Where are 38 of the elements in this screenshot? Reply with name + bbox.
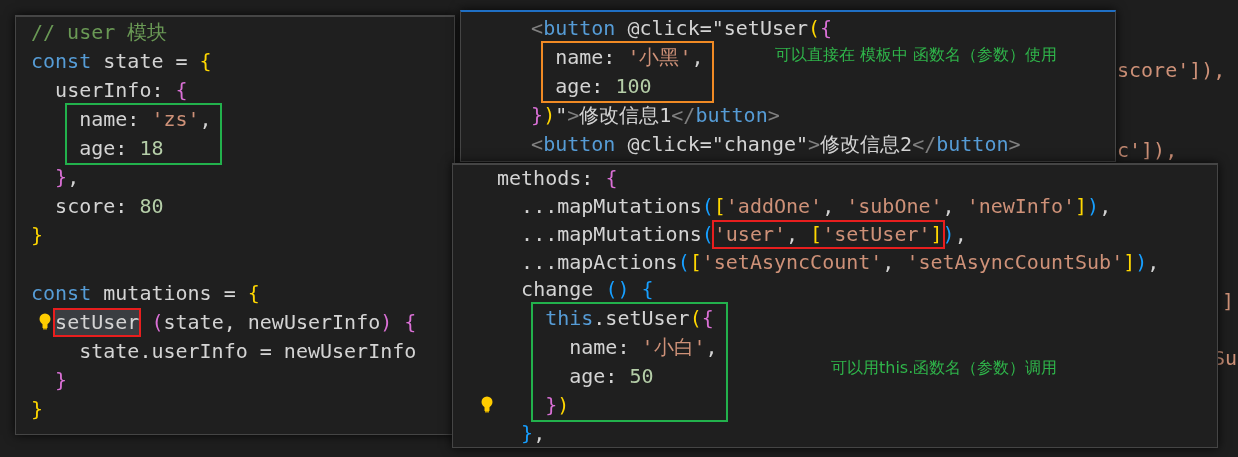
code-text: } [31, 397, 44, 422]
code-text: }, [521, 420, 546, 446]
lightbulb-icon[interactable] [481, 395, 494, 413]
code-text: ), [942, 221, 967, 247]
code-text: <button @click="change">修改信息2</button> [531, 132, 1021, 157]
code-text: }) [545, 392, 570, 418]
code-text: userInfo: { [55, 78, 188, 103]
code-text: ...mapMutations(['addOne', 'subOne', 'newInfo']), [521, 193, 1112, 219]
code-text: c']), [1117, 137, 1178, 164]
code-text: age: 100 [555, 74, 652, 99]
code-text: age: 18 [79, 136, 164, 161]
boxed-code: setUser [53, 308, 142, 337]
code-text: (state, newUserInfo) { [151, 310, 417, 335]
code-text: } [31, 223, 44, 248]
code-text: } [55, 368, 68, 393]
boxed-code: 'user', ['setUser'] [711, 219, 945, 249]
code-text: ] [1222, 288, 1235, 315]
lightbulb-icon[interactable] [39, 313, 51, 330]
code-text: score']), [1117, 57, 1226, 84]
code-text: }, [55, 165, 80, 190]
code-text: this.setUser({ [545, 305, 714, 331]
code-text: age: 50 [569, 363, 654, 389]
code-text: ...mapActions(['setAsyncCount', 'setAsyncCountSub']), [521, 250, 1160, 275]
annotation-note: 可以直接在 模板中 函数名（参数）使用 [775, 45, 1058, 66]
code-text: name: 'zs', [79, 107, 212, 132]
code-text: name: '小黑', [555, 45, 704, 70]
annotation-note: 可以用this.函数名（参数）调用 [831, 358, 1058, 379]
code-text: <button @click="setUser({ [531, 16, 833, 41]
code-text: })">修改信息1</button> [531, 103, 780, 128]
code-text: state.userInfo = newUserInfo [79, 339, 417, 364]
code-text: score: 80 [55, 194, 164, 219]
code-text: methods: { [497, 166, 618, 192]
code-text: name: '小白', [569, 334, 718, 360]
code-text: const state = { [31, 49, 212, 74]
code-text: ...mapMutations( [521, 221, 714, 247]
code-text: change () { [521, 277, 654, 303]
code-text: // user 模块 [31, 20, 168, 45]
code-text: const mutations = { [31, 281, 260, 306]
